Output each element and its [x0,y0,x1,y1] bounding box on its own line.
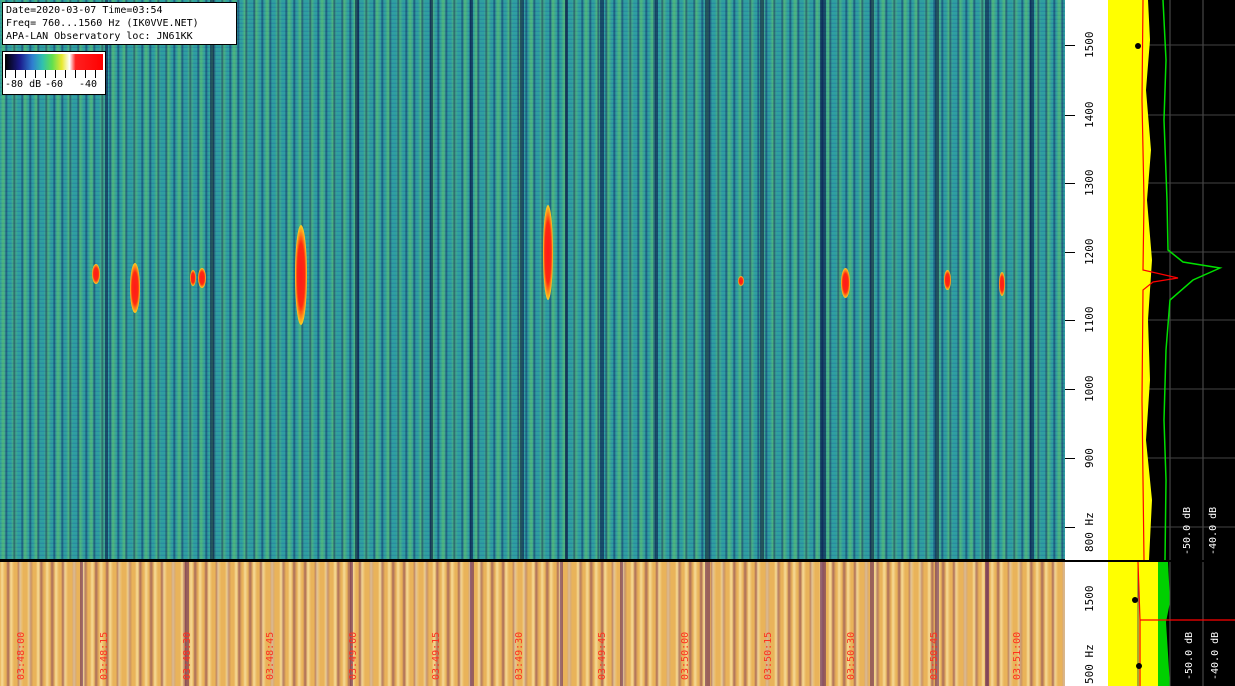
colorbar-legend: -80 dB -60 -40 [2,51,106,95]
time-label: 03:50:15 [763,631,774,680]
meteor-echo [295,225,307,325]
freq-label-1500: 1500 [1083,31,1096,59]
dark-columns [0,0,1065,560]
wideband-spectrum-plot: -50.0 dB -40.0 dB [1108,562,1235,686]
colorbar-ticks [5,70,103,78]
time-label: 03:48:30 [182,631,193,680]
wb-db-label-50: -50.0 dB [1184,631,1195,680]
freq-label-1300: 1300 [1083,169,1096,197]
wideband-waterfall [0,562,1065,686]
time-label: 03:48:15 [99,631,110,680]
observatory-text: APA-LAN Observatory loc: JN61KK [6,31,193,42]
spectrum-svg [1108,0,1235,560]
meteor-echo [92,264,100,284]
time-label: 03:49:30 [514,631,525,680]
time-label: 03:51:00 [1012,631,1023,680]
wb-db-label-40: -40.0 dB [1210,631,1221,680]
frequency-axis: 1500 1400 1300 1200 1100 1000 900 800 Hz [1065,0,1108,560]
meteor-echo [543,205,553,300]
colorbar-gradient [5,54,103,70]
meteor-echo [738,276,744,286]
freq-label-1200: 1200 [1083,238,1096,266]
time-label: 03:49:15 [431,631,442,680]
colorbar-label-min: -80 dB [5,79,42,90]
db-label-40: -40.0 dB [1208,506,1219,555]
freq-text: Freq= 760...1560 Hz (IK0VVE.NET) [6,18,199,29]
wb-yellow-band [1108,562,1158,686]
time-label: 03:48:00 [16,631,27,680]
time-label: 03:50:00 [680,631,691,680]
wb-freq-label-1500: 1500 [1083,585,1096,613]
spectrum-yellow-band [1108,0,1152,560]
freq-label-1400: 1400 [1083,101,1096,129]
freq-label-1000: 1000 [1083,375,1096,403]
time-label: 03:49:00 [348,631,359,680]
spectrogram-waterfall [0,0,1065,560]
colorbar-label-mid: -60 [45,79,64,90]
info-panel: Date=2020-03-07 Time=03:54 Freq= 760...1… [2,2,237,45]
colorbar-label-max: -40 [79,79,98,90]
time-label: 03:50:30 [846,631,857,680]
meteor-echo [130,263,140,313]
db-label-50: -50.0 dB [1182,506,1193,555]
wideband-texture [0,562,1065,686]
panel-separator [0,559,1235,561]
freq-label-900: 900 [1083,448,1096,468]
meteor-echo [944,270,951,290]
meteor-echo [841,268,850,298]
spectrum-green-trace [1162,0,1223,560]
date-time-text: Date=2020-03-07 Time=03:54 [6,5,163,16]
time-label: 03:49:45 [597,631,608,680]
meteor-echo [999,272,1005,296]
meteor-echo [190,270,196,286]
wideband-frequency-axis: 1500 500 Hz [1065,562,1108,686]
meteor-echo [198,268,206,288]
time-label: 03:50:45 [929,631,940,680]
wb-freq-label-500: 500 Hz [1083,644,1096,684]
freq-label-800: 800 Hz [1083,512,1096,552]
wb-green-band [1158,562,1170,686]
time-label: 03:48:45 [265,631,276,680]
spectrum-plot: -50.0 dB -40.0 dB [1108,0,1235,560]
freq-label-1100: 1100 [1083,306,1096,334]
